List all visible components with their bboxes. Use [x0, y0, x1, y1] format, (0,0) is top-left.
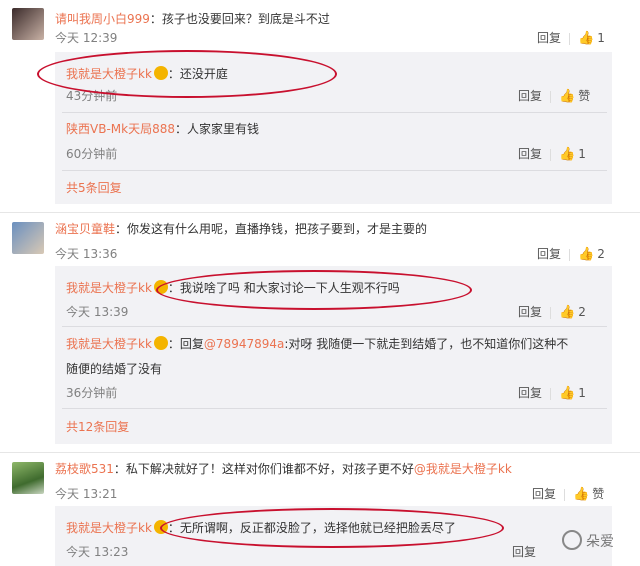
reply-button[interactable]: 回复 — [537, 31, 561, 45]
comment-line: 涵宝贝童鞋：你发这有什么用呢，直播挣钱，把孩子要到，才是主要的 — [55, 220, 427, 237]
comment-user[interactable]: 涵宝贝童鞋 — [55, 222, 115, 236]
like-count: 1 — [578, 147, 586, 161]
comment-time: 今天 13:36 — [55, 247, 118, 261]
thumbs-up-icon[interactable]: 👍 — [578, 247, 594, 262]
comment-time: 今天 12:39 — [55, 31, 118, 45]
reply-actions: 回复 👍 赞 — [518, 87, 590, 104]
reply-user[interactable]: 我就是大橙子kk — [66, 281, 152, 295]
reply-actions: 回复 — [512, 543, 536, 560]
divider — [62, 170, 607, 171]
reply-line: 陕西VB-Mk天局888：人家家里有钱 — [66, 120, 259, 137]
reply-text-continued: 随便的结婚了没有 — [66, 362, 163, 376]
reply-text: :对呀 我随便一下就走到结婚了，也不知道你们这种不 — [284, 337, 569, 351]
comment-text: ：你发这有什么用呢，直播挣钱，把孩子要到，才是主要的 — [115, 222, 428, 236]
divider — [62, 112, 607, 113]
like-count: 2 — [578, 305, 586, 319]
thumbs-up-icon[interactable]: 👍 — [578, 31, 594, 46]
reply-time: 60分钟前 — [66, 147, 118, 161]
comment-user[interactable]: 荔枝歌531 — [55, 462, 114, 476]
comment-user[interactable]: 请叫我周小白999 — [55, 12, 150, 26]
reply-user[interactable]: 我就是大橙子kk — [66, 337, 152, 351]
reply-button[interactable]: 回复 — [512, 545, 536, 559]
reply-actions: 回复 👍 1 — [518, 384, 586, 401]
reply-time: 36分钟前 — [66, 386, 118, 400]
thumbs-up-icon[interactable]: 👍 — [559, 305, 575, 320]
reply-button[interactable]: 回复 — [518, 386, 542, 400]
watermark: 朵爱 — [562, 530, 614, 551]
highlight-circle — [37, 50, 337, 98]
divider — [0, 212, 640, 213]
emoji-icon — [153, 336, 168, 350]
avatar[interactable] — [12, 222, 44, 254]
reply-prefix: ：回复 — [167, 337, 204, 351]
reply-user[interactable]: 陕西VB-Mk天局888 — [66, 122, 175, 136]
like-label[interactable]: 赞 — [592, 487, 604, 501]
more-replies-link[interactable]: 共12条回复 — [66, 418, 129, 435]
reply-line: 我就是大橙子kk ：回复@78947894a:对呀 我随便一下就走到结婚了，也不知… — [66, 335, 568, 352]
comment-line: 荔枝歌531：私下解决就好了！这样对你们谁都不好，对孩子更不好@我就是大橙子kk — [55, 460, 512, 477]
reply-user[interactable]: 我就是大橙子kk — [66, 521, 152, 535]
avatar[interactable] — [12, 462, 44, 494]
reply-button[interactable]: 回复 — [537, 247, 561, 261]
reply-button[interactable]: 回复 — [518, 305, 542, 319]
reply-button[interactable]: 回复 — [518, 89, 542, 103]
divider — [62, 408, 607, 409]
comment-text: ：孩子也没要回来？到底是斗不过 — [149, 12, 330, 26]
highlight-circle — [160, 508, 504, 548]
comment-actions: 回复 👍 2 — [537, 245, 605, 262]
divider — [62, 326, 607, 327]
mention-link[interactable]: @78947894a — [204, 337, 284, 351]
divider — [0, 452, 640, 453]
reply-time: 今天 13:39 — [66, 305, 129, 319]
comment-actions: 回复 👍 赞 — [532, 485, 604, 502]
thumbs-up-icon[interactable]: 👍 — [573, 487, 589, 502]
reply-button[interactable]: 回复 — [532, 487, 556, 501]
reply-button[interactable]: 回复 — [518, 147, 542, 161]
mention-link[interactable]: @我就是大橙子kk — [414, 462, 512, 476]
like-count: 2 — [597, 247, 605, 261]
comment-line: 请叫我周小白999：孩子也没要回来？到底是斗不过 — [55, 10, 330, 27]
reply-text: ：人家家里有钱 — [174, 122, 259, 136]
like-label[interactable]: 赞 — [578, 89, 590, 103]
comment-actions: 回复 👍 1 — [537, 29, 605, 46]
thumbs-up-icon[interactable]: 👍 — [559, 89, 575, 104]
avatar[interactable] — [12, 8, 44, 40]
thumbs-up-icon[interactable]: 👍 — [559, 386, 575, 401]
comment-time: 今天 13:21 — [55, 487, 118, 501]
like-count: 1 — [578, 386, 586, 400]
reply-actions: 回复 👍 2 — [518, 303, 586, 320]
more-replies-link[interactable]: 共5条回复 — [66, 179, 122, 196]
reply-actions: 回复 👍 1 — [518, 145, 586, 162]
comment-text: ：私下解决就好了！这样对你们谁都不好，对孩子更不好 — [113, 462, 414, 476]
reply-time: 今天 13:23 — [66, 545, 129, 559]
wechat-logo-icon — [562, 530, 582, 550]
thumbs-up-icon[interactable]: 👍 — [559, 147, 575, 162]
highlight-circle — [156, 270, 472, 310]
like-count: 1 — [597, 31, 605, 45]
